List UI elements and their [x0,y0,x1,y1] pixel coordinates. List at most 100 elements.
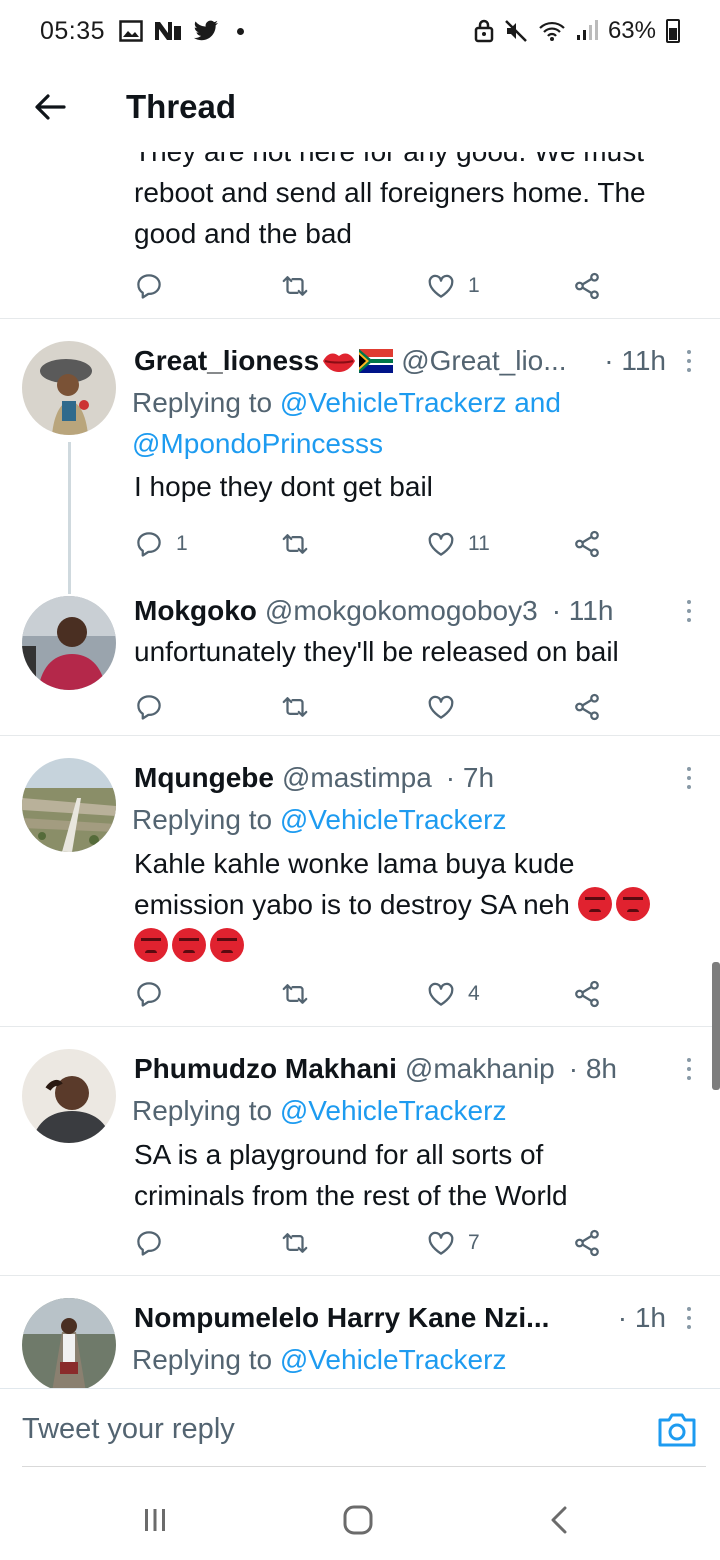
mention-link[interactable]: @MpondoPrincesss [132,428,383,459]
recent-apps-button[interactable] [140,1500,170,1540]
replying-to: Replying to @VehicleTrackerz [132,1339,696,1380]
tweet-text-line: good and the bad [134,218,352,249]
tweet-text-span: emission yabo is to destroy SA neh [134,889,570,920]
status-time: 05:35 [40,16,106,45]
scrollbar-thumb[interactable] [712,962,720,1090]
retweet-button[interactable] [280,266,310,306]
reply-icon [137,274,161,299]
like-button[interactable]: 7 [426,1223,480,1263]
tweet-text: They are not here for any good. We must … [134,152,696,254]
display-name[interactable]: Mokgoko [134,595,257,627]
like-count: 11 [468,532,490,555]
tweet-text-line: criminals from the rest of the World [134,1180,568,1211]
display-name[interactable]: Great_lioness [134,345,319,377]
home-icon [343,1505,373,1535]
avatar[interactable] [22,1049,116,1143]
tweet-text-line: reboot and send all foreigners home. The [134,177,646,208]
camera-button[interactable] [656,1411,698,1451]
reply-input[interactable]: Tweet your reply [22,1413,235,1446]
page-title: Thread [126,88,237,125]
reply-button[interactable] [134,687,164,727]
share-button[interactable] [572,524,602,564]
twitter-bird-icon [193,20,218,41]
tweet[interactable]: Mqungebe @mastimpa · 7h Replying to @Veh… [0,736,720,1026]
home-button[interactable] [340,1500,376,1540]
retweet-button[interactable] [280,687,310,727]
like-button[interactable] [426,687,456,727]
tweet[interactable]: Phumudzo Makhani @makhanip · 8h Replying… [0,1027,720,1275]
tweet[interactable]: Great_lioness @Great_lio... · 11h Replyi… [0,319,720,569]
reply-button[interactable] [134,974,164,1014]
composer-underline [22,1466,706,1467]
like-button[interactable]: 1 [426,266,480,306]
mention-link[interactable]: @VehicleTrackerz [280,804,507,835]
tweet-actions [134,687,604,727]
mention-link[interactable]: @VehicleTrackerz [280,1095,507,1126]
gallery-icon [119,20,143,42]
thread-timeline[interactable]: They are not here for any good. We must … [0,152,720,1388]
mention-link[interactable]: @VehicleTrackerz [280,1344,507,1375]
share-button[interactable] [572,687,602,727]
avatar[interactable] [22,596,116,690]
share-button[interactable] [572,266,602,306]
replying-to: Replying to @VehicleTrackerz [132,799,696,840]
avatar[interactable] [22,1298,116,1388]
display-name[interactable]: Nompumelelo Harry Kane Nzi... [134,1302,549,1334]
avatar[interactable] [22,341,116,435]
more-options-icon[interactable] [676,1058,702,1080]
tweet-text: I hope they dont get bail [134,471,433,502]
reply-icon [137,532,161,557]
retweet-button[interactable] [280,974,310,1014]
recent-apps-icon [145,1509,165,1531]
reply-composer[interactable]: Tweet your reply [0,1388,720,1468]
retweet-icon [282,1233,308,1253]
tweet-actions: 4 [134,974,604,1014]
reply-button[interactable]: 1 [134,524,188,564]
battery-percent: 63% [607,17,656,44]
system-icons: 63% [474,17,680,45]
tweet-time: · 11h [604,345,666,376]
more-options-icon[interactable] [676,600,702,622]
heart-icon [428,532,454,556]
mention-link[interactable]: @VehicleTrackerz [280,387,507,418]
replying-to: Replying to @VehicleTrackerz [132,1090,696,1131]
tweet-actions: 1 11 [134,524,604,564]
tweet-text: Kahle kahle wonke lama buya kude emissio… [134,843,696,966]
like-button[interactable]: 11 [426,524,490,564]
more-options-icon[interactable] [676,767,702,789]
wifi-icon [539,21,565,41]
back-button[interactable] [20,77,80,137]
like-button[interactable]: 4 [426,974,480,1014]
angry-emoji-icon [577,887,612,921]
share-button[interactable] [572,1223,602,1263]
back-arrow-icon [35,94,66,120]
tweet-text: unfortunately they'll be released on bai… [134,636,619,667]
more-options-icon[interactable] [676,1307,702,1329]
reply-button[interactable] [134,1223,164,1263]
handle: @mokgokomogoboy3 [264,595,538,626]
lock-icon [474,19,494,43]
lips-emoji-icon [323,353,356,372]
retweet-button[interactable] [280,1223,310,1263]
reply-icon [137,1231,161,1256]
more-options-icon[interactable] [676,350,702,372]
reply-button[interactable] [134,266,164,306]
tweet-text: SA is a playground for all sorts of crim… [134,1134,696,1216]
tweet-time: · 7h [445,762,495,793]
handle: @Great_lio... [401,345,567,376]
tweet-time: · 11h [551,595,614,626]
display-name[interactable]: Mqungebe [134,762,274,794]
heart-icon [428,274,454,298]
share-icon [575,693,599,721]
like-count: 7 [468,1231,480,1254]
partial-tweet[interactable]: They are not here for any good. We must … [0,152,720,318]
replying-prefix: Replying to [132,1344,280,1375]
camera-icon [658,1413,696,1447]
retweet-button[interactable] [280,524,310,564]
tweet[interactable]: Nompumelelo Harry Kane Nzi... · 1h Reply… [0,1276,720,1388]
avatar[interactable] [22,758,116,852]
back-nav-button[interactable] [544,1500,574,1540]
tweet[interactable]: Mokgoko @mokgokomogoboy3 · 11h unfortuna… [0,569,720,735]
display-name[interactable]: Phumudzo Makhani [134,1053,397,1085]
share-button[interactable] [572,974,602,1014]
